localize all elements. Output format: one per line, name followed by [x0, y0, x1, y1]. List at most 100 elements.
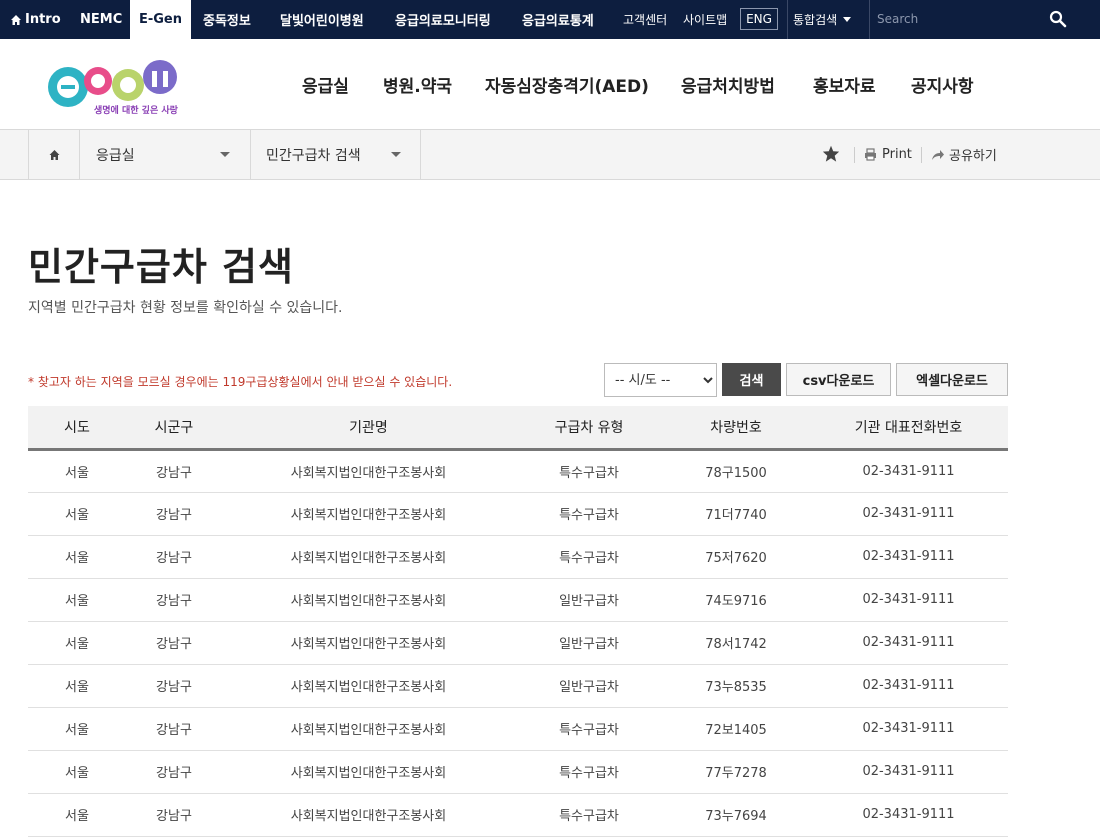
cell-district: 강남구 [126, 578, 222, 622]
excel-download-button[interactable]: 엑셀다운로드 [896, 363, 1008, 396]
search-button-label: 검색 [739, 374, 764, 389]
page-subtitle: 지역별 민간구급차 현황 정보를 확인하실 수 있습니다. [28, 300, 343, 316]
table-row: 서울 강남구 사회복지법인대한구조봉사회 일반구급차 73누8535 02-3431-91… [28, 664, 1008, 708]
nav-moonlight-hospital[interactable]: 달빛어린이병원 [280, 0, 364, 39]
cell-district: 강남구 [126, 793, 222, 837]
cell-ambulance-type: 일반구급차 [515, 621, 663, 665]
ambulance-table: 시도 시군구 기관명 구급차 유형 차량번호 기관 대표전화번호 서울 강남구 사회… [28, 406, 1008, 837]
nav-emergency-statistics-label: 응급의료통계 [522, 14, 594, 29]
nav-egen[interactable]: E-Gen [130, 0, 191, 39]
cell-phone: 02-3431-9111 [809, 664, 1008, 708]
cell-phone: 02-3431-9111 [809, 578, 1008, 622]
sitemap-link[interactable]: 사이트맵 [683, 0, 727, 39]
share-arrow-icon [932, 149, 944, 160]
cell-vehicle-number: 73누7694 [663, 793, 809, 837]
main-nav-hospital-pharmacy[interactable]: 병원.약국 [383, 72, 452, 97]
table-row: 서울 강남구 사회복지법인대한구조봉사회 특수구급차 71더7740 02-3431-91… [28, 492, 1008, 536]
table-row: 서울 강남구 사회복지법인대한구조봉사회 일반구급차 78서1742 02-3431-91… [28, 621, 1008, 665]
integrated-search-dropdown[interactable]: 통합검색 [793, 0, 852, 39]
customer-center-link[interactable]: 고객센터 [623, 0, 667, 39]
cell-ambulance-type: 특수구급차 [515, 492, 663, 536]
main-nav-aed[interactable]: 자동심장충격기(AED) [485, 72, 649, 97]
home-icon [11, 14, 21, 25]
share-button[interactable]: 공유하기 [931, 130, 997, 179]
cell-ambulance-type: 특수구급차 [515, 535, 663, 579]
col-header-ambulance-type: 구급차 유형 [515, 406, 663, 451]
breadcrumb-level2-dropdown[interactable]: 민간구급차 검색 [250, 130, 421, 179]
breadcrumb-home[interactable] [28, 130, 79, 179]
csv-download-label: csv다운로드 [802, 374, 875, 389]
cell-organization: 사회복지법인대한구조봉사회 [222, 449, 515, 493]
toolbar-divider [921, 147, 922, 163]
breadcrumb-level1-dropdown[interactable]: 응급실 [79, 130, 250, 179]
nav-egen-label: E-Gen [138, 12, 183, 27]
site-logo[interactable]: 생명에 대한 깊은 사랑 [46, 55, 186, 119]
cell-vehicle-number: 72보1405 [663, 707, 809, 751]
nav-intro[interactable]: Intro [10, 0, 61, 39]
col-header-phone: 기관 대표전화번호 [809, 406, 1008, 451]
search-icon[interactable] [1049, 10, 1067, 28]
logo-tagline: 생명에 대한 깊은 사랑 [94, 106, 178, 116]
customer-center-label: 고객센터 [623, 13, 668, 27]
cell-district: 강남구 [126, 449, 222, 493]
cell-ambulance-type: 특수구급차 [515, 750, 663, 794]
print-button[interactable]: Print [864, 130, 912, 179]
cell-organization: 사회복지법인대한구조봉사회 [222, 750, 515, 794]
cell-vehicle-number: 78서1742 [663, 621, 809, 665]
cell-ambulance-type: 일반구급차 [515, 664, 663, 708]
cell-vehicle-number: 74도9716 [663, 578, 809, 622]
main-nav-notices[interactable]: 공지사항 [911, 72, 974, 97]
cell-organization: 사회복지법인대한구조봉사회 [222, 578, 515, 622]
cell-phone: 02-3431-9111 [809, 621, 1008, 665]
cell-vehicle-number: 71더7740 [663, 492, 809, 536]
nav-nemc[interactable]: NEMC [80, 0, 122, 39]
site-header: 생명에 대한 깊은 사랑 응급실 병원.약국 자동심장충격기(AED) 응급처치… [0, 39, 1100, 130]
toolbar-divider [854, 147, 855, 163]
main-nav-pr-materials[interactable]: 홍보자료 [813, 72, 876, 97]
print-label: Print [882, 147, 912, 162]
cell-ambulance-type: 일반구급차 [515, 578, 663, 622]
main-nav-first-aid[interactable]: 응급처치방법 [681, 72, 775, 97]
star-icon[interactable] [822, 145, 840, 162]
cell-vehicle-number: 78구1500 [663, 449, 809, 493]
main-nav-er[interactable]: 응급실 [302, 72, 349, 97]
col-header-district: 시군구 [126, 406, 222, 451]
nav-poison-info[interactable]: 중독정보 [203, 0, 251, 39]
cell-province: 서울 [28, 707, 126, 751]
topbar-divider [787, 0, 788, 39]
cell-organization: 사회복지법인대한구조봉사회 [222, 535, 515, 579]
caret-down-icon [843, 17, 852, 22]
csv-download-button[interactable]: csv다운로드 [786, 363, 891, 396]
col-header-organization: 기관명 [222, 406, 515, 451]
breadcrumb-level1-label: 응급실 [96, 147, 135, 164]
table-row: 서울 강남구 사회복지법인대한구조봉사회 특수구급차 73누7694 02-3431-91… [28, 793, 1008, 837]
region-select[interactable]: -- 시/도 -- [604, 363, 717, 397]
cell-vehicle-number: 77두7278 [663, 750, 809, 794]
cell-province: 서울 [28, 793, 126, 837]
share-label: 공유하기 [949, 149, 997, 164]
cell-ambulance-type: 특수구급차 [515, 449, 663, 493]
col-header-province: 시도 [28, 406, 126, 451]
cell-province: 서울 [28, 449, 126, 493]
cell-district: 강남구 [126, 707, 222, 751]
eng-button[interactable]: ENG [740, 8, 778, 30]
sitemap-label: 사이트맵 [683, 13, 728, 27]
nav-poison-info-label: 중독정보 [203, 14, 251, 29]
search-button[interactable]: 검색 [722, 363, 781, 396]
col-header-vehicle-number: 차량번호 [663, 406, 809, 451]
integrated-search-label: 통합검색 [793, 13, 838, 27]
nav-emergency-monitoring[interactable]: 응급의료모니터링 [395, 0, 491, 39]
cell-district: 강남구 [126, 621, 222, 665]
table-row: 서울 강남구 사회복지법인대한구조봉사회 특수구급차 77두7278 02-3431-91… [28, 750, 1008, 794]
cell-phone: 02-3431-9111 [809, 707, 1008, 751]
cell-organization: 사회복지법인대한구조봉사회 [222, 492, 515, 536]
page-title: 민간구급차 검색 [28, 245, 294, 289]
cell-province: 서울 [28, 492, 126, 536]
eng-label: ENG [746, 12, 772, 26]
cell-organization: 사회복지법인대한구조봉사회 [222, 664, 515, 708]
nav-emergency-statistics[interactable]: 응급의료통계 [522, 0, 594, 39]
cell-phone: 02-3431-9111 [809, 535, 1008, 579]
home-icon [49, 149, 59, 160]
search-input[interactable] [877, 6, 1037, 32]
table-header-row: 시도 시군구 기관명 구급차 유형 차량번호 기관 대표전화번호 [28, 406, 1008, 451]
